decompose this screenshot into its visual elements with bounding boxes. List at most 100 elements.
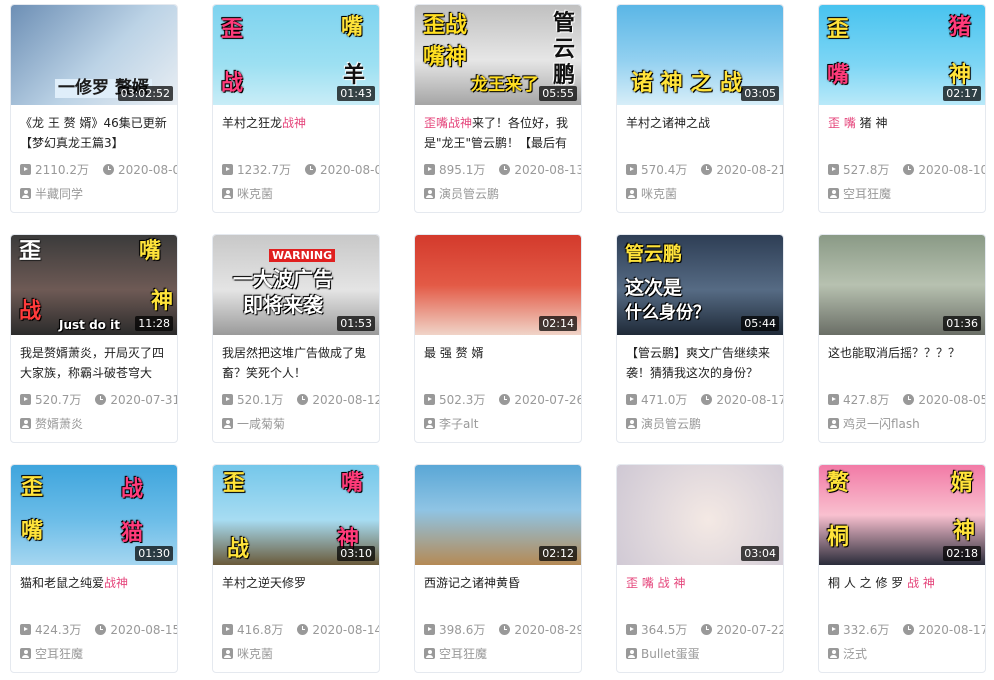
video-author[interactable]: 一咸菊菊	[222, 415, 373, 432]
video-duration: 02:14	[539, 316, 577, 331]
upload-date: 2020-08-21	[716, 162, 784, 177]
video-stats: 416.8万 2020-08-14	[222, 621, 379, 638]
upload-date: 2020-08-17	[918, 622, 986, 637]
video-title[interactable]: 《龙 王 赘 婿》46集已更新【梦幻真龙王篇3】	[20, 113, 168, 153]
video-thumbnail[interactable]: 赘 婿桐 神 02:18	[819, 465, 985, 565]
video-title[interactable]: 歪 嘴 猪 神	[828, 113, 976, 153]
uploader-name[interactable]: 空耳狂魔	[439, 645, 487, 662]
upload-date: 2020-08-17	[716, 392, 784, 407]
video-card[interactable]: 01:36 这也能取消后摇？？？？ 427.8万 2020-08-05 鸡灵一闪flas…	[818, 234, 986, 443]
video-thumbnail[interactable]: 02:14	[415, 235, 581, 335]
video-card[interactable]: WARNING 一大波广告 即将来袭 01:53 我居然把这堆广告做成了鬼畜？笑死个人！…	[212, 234, 380, 443]
video-card[interactable]: 歪 猪嘴 神 02:17 歪 嘴 猪 神 527.8万 2020-08-10 空耳狂魔	[818, 4, 986, 213]
video-card[interactable]: 歪 嘴战 神 Just do it 11:28 我是赘婿萧炎，开局灭了四大家族，称霸斗破苍…	[10, 234, 178, 443]
video-title[interactable]: 歪嘴战神来了！各位好，我是"龙王"管云鹏！【最后有	[424, 113, 572, 153]
video-title[interactable]: 这也能取消后摇？？？？	[828, 343, 976, 383]
video-author[interactable]: 鸡灵一闪flash	[828, 415, 979, 432]
video-title[interactable]: 羊村之狂龙战神	[222, 113, 370, 153]
video-thumbnail[interactable]: WARNING 一大波广告 即将来袭 01:53	[213, 235, 379, 335]
video-grid: 一修罗 赘婿 03:02:52 《龙 王 赘 婿》46集已更新【梦幻真龙王篇3】 21…	[10, 4, 986, 673]
video-title[interactable]: 桐 人 之 修 罗 战 神	[828, 573, 976, 613]
video-stats: 527.8万 2020-08-10	[828, 161, 985, 178]
title-text: 猫和老鼠之纯爱	[20, 576, 105, 590]
video-thumbnail[interactable]: 歪 猪嘴 神 02:17	[819, 5, 985, 105]
view-count: 2110.2万	[35, 163, 89, 177]
play-count-icon	[626, 624, 637, 635]
thumbnail-caption: 赘	[827, 471, 850, 496]
video-card[interactable]: 歪战 嘴神 管云鹏龙王来了 05:55 歪嘴战神来了！各位好，我是"龙王"管云鹏！【最后…	[414, 4, 582, 213]
video-thumbnail[interactable]: 诸 神 之 战 03:05	[617, 5, 783, 105]
uploader-name[interactable]: 演员管云鹏	[439, 185, 499, 202]
video-author[interactable]: 空耳狂魔	[20, 645, 171, 662]
video-title[interactable]: 羊村之诸神之战	[626, 113, 774, 153]
video-title[interactable]: 歪 嘴 战 神	[626, 573, 774, 613]
uploader-name[interactable]: 咪克菌	[641, 185, 677, 202]
video-author[interactable]: Bullet蛋蛋	[626, 645, 777, 662]
video-thumbnail[interactable]: 歪战 嘴神 管云鹏龙王来了 05:55	[415, 5, 581, 105]
uploader-name[interactable]: 李子alt	[439, 415, 478, 432]
video-thumbnail[interactable]: 一修罗 赘婿 03:02:52	[11, 5, 177, 105]
video-thumbnail[interactable]: 01:36	[819, 235, 985, 335]
upload-date: 2020-08-05	[918, 392, 986, 407]
video-thumbnail[interactable]: 歪嘴战神 03:10	[213, 465, 379, 565]
video-author[interactable]: 咪克菌	[222, 645, 373, 662]
video-author[interactable]: 半藏同学	[20, 185, 171, 202]
video-author[interactable]: 空耳狂魔	[424, 645, 575, 662]
video-title[interactable]: 我居然把这堆广告做成了鬼畜？笑死个人！	[222, 343, 370, 383]
video-title[interactable]: 最 强 赘 婿	[424, 343, 572, 383]
video-author[interactable]: 李子alt	[424, 415, 575, 432]
clock-icon	[903, 164, 915, 175]
video-stats: 520.7万 2020-07-31	[20, 391, 177, 408]
uploader-name[interactable]: 一咸菊菊	[237, 415, 285, 432]
uploader-name[interactable]: 咪克菌	[237, 645, 273, 662]
video-title[interactable]: 西游记之诸神黄昏	[424, 573, 572, 613]
video-card[interactable]: 歪 战嘴 猫 01:30 猫和老鼠之纯爱战神 424.3万 2020-08-15 空耳狂魔	[10, 464, 178, 673]
video-author[interactable]: 演员管云鹏	[424, 185, 575, 202]
title-highlight: 歪 嘴	[828, 116, 856, 130]
title-text: 羊村之诸神之战	[626, 116, 711, 130]
video-author[interactable]: 赘婿萧炎	[20, 415, 171, 432]
uploader-name[interactable]: Bullet蛋蛋	[641, 645, 700, 662]
uploader-name[interactable]: 泛式	[843, 645, 867, 662]
video-card[interactable]: 歪嘴战神 03:10 羊村之逆天修罗 416.8万 2020-08-14 咪克菌	[212, 464, 380, 673]
uploader-name[interactable]: 空耳狂魔	[35, 645, 83, 662]
video-author[interactable]: 演员管云鹏	[626, 415, 777, 432]
video-thumbnail[interactable]: 02:12	[415, 465, 581, 565]
video-card[interactable]: 歪 嘴战 羊01:43 羊村之狂龙战神 1232.7万 2020-08-07 咪克菌	[212, 4, 380, 213]
video-thumbnail[interactable]: 歪 嘴战 神 Just do it 11:28	[11, 235, 177, 335]
title-highlight: 战神	[282, 116, 307, 130]
video-author[interactable]: 咪克菌	[222, 185, 373, 202]
video-author[interactable]: 泛式	[828, 645, 979, 662]
video-author[interactable]: 空耳狂魔	[828, 185, 979, 202]
uploader-name[interactable]: 空耳狂魔	[843, 185, 891, 202]
uploader-icon	[20, 648, 31, 659]
video-title[interactable]: 羊村之逆天修罗	[222, 573, 370, 613]
title-text: 羊村之逆天修罗	[222, 576, 307, 590]
uploader-name[interactable]: 演员管云鹏	[641, 415, 701, 432]
video-card[interactable]: 管云鹏 这次是 什么身份？ 05:44 【管云鹏】爽文广告继续来袭！猜猜我这次的身份？ 4…	[616, 234, 784, 443]
video-title[interactable]: 【管云鹏】爽文广告继续来袭！猜猜我这次的身份？	[626, 343, 774, 383]
video-card[interactable]: 02:14 最 强 赘 婿 502.3万 2020-07-26 李子alt	[414, 234, 582, 443]
video-card[interactable]: 诸 神 之 战 03:05 羊村之诸神之战 570.4万 2020-08-21 咪克菌	[616, 4, 784, 213]
upload-date: 2020-08-14	[312, 622, 380, 637]
video-title[interactable]: 我是赘婿萧炎，开局灭了四大家族，称霸斗破苍穹大	[20, 343, 168, 383]
video-title[interactable]: 猫和老鼠之纯爱战神	[20, 573, 168, 613]
video-card[interactable]: 03:04 歪 嘴 战 神 364.5万 2020-07-22 Bullet蛋蛋	[616, 464, 784, 673]
uploader-name[interactable]: 鸡灵一闪flash	[843, 415, 920, 432]
thumbnail-caption: 猪	[949, 15, 972, 40]
video-thumbnail[interactable]: 03:04	[617, 465, 783, 565]
uploader-name[interactable]: 赘婿萧炎	[35, 415, 83, 432]
video-thumbnail[interactable]: 歪 战嘴 猫 01:30	[11, 465, 177, 565]
video-stats: 1232.7万 2020-08-07	[222, 161, 379, 178]
uploader-name[interactable]: 半藏同学	[35, 185, 83, 202]
thumbnail-caption: 战	[227, 537, 250, 562]
video-author[interactable]: 咪克菌	[626, 185, 777, 202]
video-thumbnail[interactable]: 管云鹏 这次是 什么身份？ 05:44	[617, 235, 783, 335]
uploader-name[interactable]: 咪克菌	[237, 185, 273, 202]
thumbnail-caption: 嘴	[341, 15, 364, 40]
video-thumbnail[interactable]: 歪 嘴战 羊 01:43	[213, 5, 379, 105]
video-card[interactable]: 赘 婿桐 神 02:18 桐 人 之 修 罗 战 神 332.6万 2020-08-17 泛式	[818, 464, 986, 673]
video-card[interactable]: 一修罗 赘婿 03:02:52 《龙 王 赘 婿》46集已更新【梦幻真龙王篇3】 21…	[10, 4, 178, 213]
video-card[interactable]: 02:12 西游记之诸神黄昏 398.6万 2020-08-29 空耳狂魔	[414, 464, 582, 673]
thumbnail-caption: 歪战	[423, 13, 468, 38]
